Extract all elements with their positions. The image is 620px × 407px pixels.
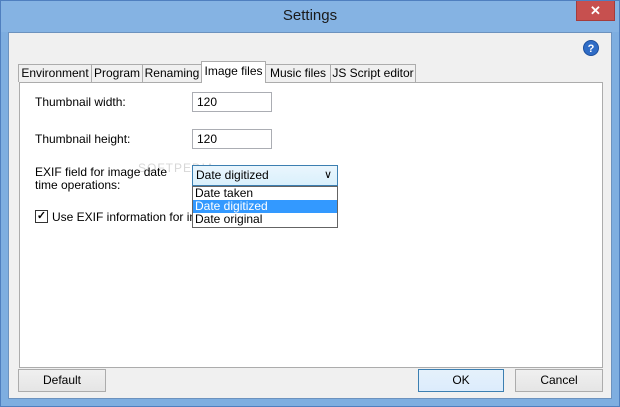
window-title: Settings xyxy=(282,7,338,24)
tab-renaming[interactable]: Renaming xyxy=(142,64,202,82)
exif-field-dropdown-list: Date taken Date digitized Date original xyxy=(192,186,338,228)
default-button[interactable]: Default xyxy=(18,369,106,392)
close-button[interactable]: ✕ xyxy=(576,1,615,21)
cancel-button[interactable]: Cancel xyxy=(515,369,603,392)
exif-field-select[interactable]: Date digitized ∨ xyxy=(192,165,338,186)
checkmark-icon: ✓ xyxy=(36,210,47,222)
tab-js-script-editor[interactable]: JS Script editor xyxy=(330,64,416,82)
dropdown-option-date-original[interactable]: Date original xyxy=(193,213,337,226)
tab-image-files[interactable]: Image files xyxy=(201,61,266,83)
use-exif-checkbox[interactable]: ✓ xyxy=(35,210,48,223)
image-files-panel: Thumbnail width: 120 Thumbnail height: 1… xyxy=(19,82,603,368)
thumbnail-height-input[interactable]: 120 xyxy=(192,129,272,149)
thumbnail-height-label: Thumbnail height: xyxy=(35,132,131,146)
exif-field-selected-value: Date digitized xyxy=(196,168,269,182)
dialog-client-area: ? Environment Program Renaming Image fil… xyxy=(8,32,612,399)
title-bar[interactable]: Settings ✕ xyxy=(1,1,619,32)
tab-program[interactable]: Program xyxy=(91,64,143,82)
ok-button[interactable]: OK xyxy=(418,369,504,392)
tab-music-files[interactable]: Music files xyxy=(265,64,331,82)
close-icon: ✕ xyxy=(590,3,601,18)
exif-field-label: EXIF field for image date time operation… xyxy=(35,165,168,192)
thumbnail-width-label: Thumbnail width: xyxy=(35,95,126,109)
settings-window: Settings ✕ ? Environment Program Renamin… xyxy=(0,0,620,407)
tab-environment[interactable]: Environment xyxy=(18,64,92,82)
help-icon[interactable]: ? xyxy=(583,40,599,56)
chevron-down-icon: ∨ xyxy=(323,169,332,181)
use-exif-label: Use EXIF information for imag xyxy=(52,210,213,224)
thumbnail-width-input[interactable]: 120 xyxy=(192,92,272,112)
